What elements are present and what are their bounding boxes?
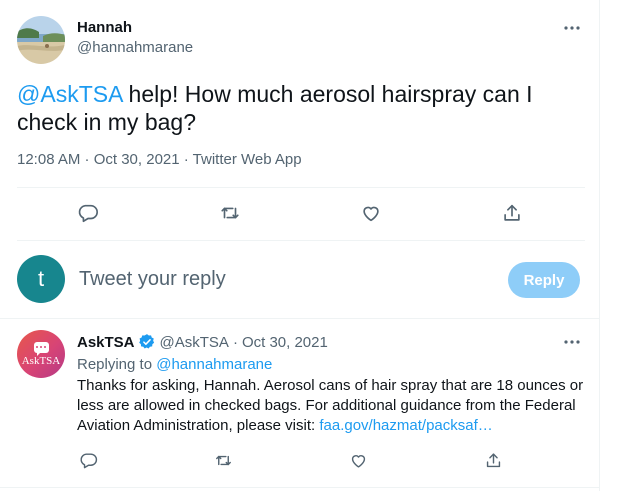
author-handle[interactable]: @hannahmarane <box>77 39 193 56</box>
reply-header: AskTSA @AskTSA · Oct 30, 2021 <box>77 333 328 351</box>
reply-author-name[interactable]: AskTSA <box>77 334 135 351</box>
reply-icon[interactable] <box>76 201 100 225</box>
tweet-detail-page: Hannah @hannahmarane @AskTSA help! How m… <box>0 0 600 491</box>
mention-link[interactable]: @AskTSA <box>17 81 122 107</box>
dot-separator: · <box>232 333 238 351</box>
replying-to-link[interactable]: @hannahmarane <box>156 356 272 373</box>
retweet-icon[interactable] <box>211 448 235 472</box>
tweet-metadata[interactable]: 12:08 AM · Oct 30, 2021 · Twitter Web Ap… <box>17 151 302 168</box>
chat-bubble-icon <box>33 341 49 356</box>
like-icon[interactable] <box>346 448 370 472</box>
retweet-icon[interactable] <box>218 201 242 225</box>
share-icon[interactable] <box>481 448 505 472</box>
reply-input[interactable] <box>79 266 379 292</box>
reply-date[interactable]: Oct 30, 2021 <box>242 334 328 351</box>
divider <box>17 187 585 188</box>
avatar-current-user[interactable]: t <box>17 255 65 303</box>
more-options-icon[interactable] <box>562 332 582 352</box>
replying-to: Replying to @hannahmarane <box>77 356 272 373</box>
divider <box>0 487 600 488</box>
avatar-logo-text: AskTSA <box>21 354 61 367</box>
verified-badge-icon <box>138 334 154 349</box>
avatar-asktsa[interactable]: AskTSA <box>17 330 65 378</box>
replying-prefix: Replying to <box>77 356 157 373</box>
reply-button[interactable]: Reply <box>508 262 580 298</box>
share-icon[interactable] <box>500 201 524 225</box>
divider <box>17 240 585 241</box>
like-icon[interactable] <box>359 201 383 225</box>
reply-icon[interactable] <box>76 448 100 472</box>
avatar-hannah[interactable] <box>17 16 65 64</box>
author-name[interactable]: Hannah <box>77 19 132 36</box>
divider <box>0 318 600 319</box>
reply-link[interactable]: faa.gov/hazmat/packsaf… <box>319 417 492 434</box>
reply-author-handle[interactable]: @AskTSA <box>160 334 229 351</box>
tweet-text: @AskTSA help! How much aerosol hairspray… <box>17 80 577 136</box>
beach-photo <box>17 16 65 64</box>
reply-text: Thanks for asking, Hannah. Aerosol cans … <box>77 376 587 436</box>
more-options-icon[interactable] <box>562 18 582 38</box>
column-border <box>599 0 600 491</box>
